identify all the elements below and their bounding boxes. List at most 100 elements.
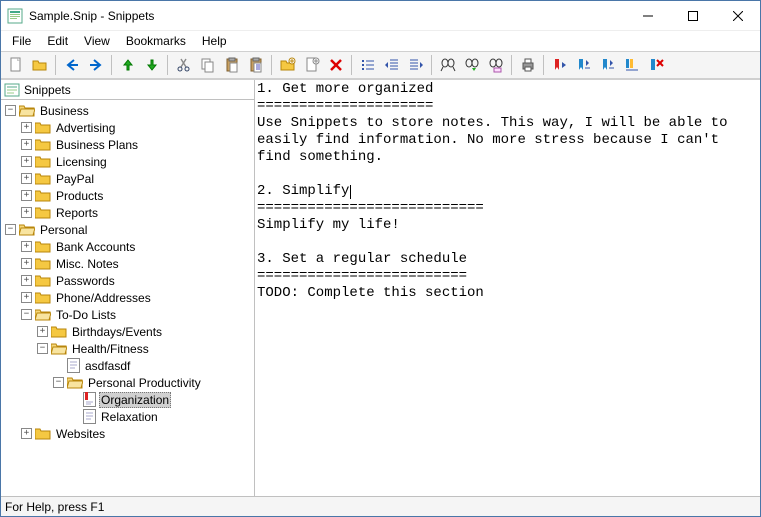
outdent-button[interactable] — [380, 54, 403, 76]
expand-toggle[interactable]: + — [21, 156, 32, 167]
folder-icon — [35, 291, 51, 304]
expand-toggle[interactable]: − — [5, 224, 16, 235]
tree-node-personal-productivity[interactable]: − Personal Productivity — [1, 374, 254, 391]
paste-button[interactable] — [220, 54, 243, 76]
bookmark-next-button[interactable] — [596, 54, 619, 76]
toolbar-separator — [167, 55, 168, 75]
cut-button[interactable] — [172, 54, 195, 76]
tree-node-asdfasdf[interactable]: asdfasdf — [1, 357, 254, 374]
new-file-button[interactable] — [4, 54, 27, 76]
tree-node-phone-addresses[interactable]: + Phone/Addresses — [1, 289, 254, 306]
expand-toggle[interactable]: + — [21, 258, 32, 269]
minimize-button[interactable] — [625, 1, 670, 30]
expand-toggle[interactable]: + — [21, 173, 32, 184]
title-bar: Sample.Snip - Snippets — [1, 1, 760, 31]
expand-toggle[interactable]: + — [37, 326, 48, 337]
menu-help[interactable]: Help — [195, 33, 234, 49]
folder-icon — [35, 155, 51, 168]
tree-node-websites[interactable]: + Websites — [1, 425, 254, 442]
maximize-button[interactable] — [670, 1, 715, 30]
node-label: Passwords — [54, 274, 117, 288]
bookmark-red-button[interactable] — [548, 54, 571, 76]
tree-node-relaxation[interactable]: Relaxation — [1, 408, 254, 425]
tree-node-products[interactable]: + Products — [1, 187, 254, 204]
toolbar-separator — [111, 55, 112, 75]
tree-node-reports[interactable]: + Reports — [1, 204, 254, 221]
tree-node-business[interactable]: − Business — [1, 102, 254, 119]
tree-node-misc-notes[interactable]: + Misc. Notes — [1, 255, 254, 272]
find-next-button[interactable] — [460, 54, 483, 76]
node-label: Reports — [54, 206, 100, 220]
toolbar-separator — [271, 55, 272, 75]
tree-node-passwords[interactable]: + Passwords — [1, 272, 254, 289]
new-folder-button[interactable] — [276, 54, 299, 76]
expand-toggle[interactable]: + — [21, 190, 32, 201]
bookmark-clear-button[interactable] — [644, 54, 667, 76]
expand-toggle[interactable]: + — [21, 207, 32, 218]
tree-node-business-plans[interactable]: + Business Plans — [1, 136, 254, 153]
down-button[interactable] — [140, 54, 163, 76]
back-button[interactable] — [60, 54, 83, 76]
folder-icon — [35, 189, 51, 202]
expand-toggle[interactable]: + — [21, 292, 32, 303]
toolbar-separator — [55, 55, 56, 75]
menu-bar: File Edit View Bookmarks Help — [1, 31, 760, 51]
node-label: Websites — [54, 427, 107, 441]
expand-toggle[interactable]: + — [21, 241, 32, 252]
expand-toggle[interactable]: + — [21, 275, 32, 286]
expand-toggle[interactable]: − — [37, 343, 48, 354]
toolbar-separator — [543, 55, 544, 75]
menu-bookmarks[interactable]: Bookmarks — [119, 33, 193, 49]
replace-button[interactable] — [484, 54, 507, 76]
paste-special-button[interactable] — [244, 54, 267, 76]
tree-node-bank-accounts[interactable]: + Bank Accounts — [1, 238, 254, 255]
folder-icon — [35, 206, 51, 219]
menu-file[interactable]: File — [5, 33, 38, 49]
node-label: Products — [54, 189, 105, 203]
list-button[interactable] — [356, 54, 379, 76]
node-label: PayPal — [54, 172, 96, 186]
forward-button[interactable] — [84, 54, 107, 76]
tree-node-licensing[interactable]: + Licensing — [1, 153, 254, 170]
menu-edit[interactable]: Edit — [40, 33, 75, 49]
expand-toggle[interactable]: − — [5, 105, 16, 116]
delete-button[interactable] — [324, 54, 347, 76]
node-label: Health/Fitness — [70, 342, 151, 356]
node-label: Business — [38, 104, 91, 118]
menu-view[interactable]: View — [77, 33, 117, 49]
expand-spacer — [69, 411, 80, 422]
tree-node-birthdays-events[interactable]: + Birthdays/Events — [1, 323, 254, 340]
tree-node-todo-lists[interactable]: − To-Do Lists — [1, 306, 254, 323]
new-doc-button[interactable] — [300, 54, 323, 76]
editor-line: 3. Set a regular schedule — [257, 251, 467, 267]
content-area: Snippets − Business + Advertising + Busi… — [1, 79, 760, 496]
folder-open-icon — [51, 342, 67, 355]
bookmark-prev-button[interactable] — [572, 54, 595, 76]
print-button[interactable] — [516, 54, 539, 76]
tree-node-paypal[interactable]: + PayPal — [1, 170, 254, 187]
find-button[interactable] — [436, 54, 459, 76]
up-button[interactable] — [116, 54, 139, 76]
editor-textarea[interactable]: 1. Get more organized ==================… — [255, 80, 760, 496]
expand-toggle[interactable]: + — [21, 122, 32, 133]
expand-toggle[interactable]: − — [21, 309, 32, 320]
tree-node-organization[interactable]: Organization — [1, 391, 254, 408]
snippets-icon — [4, 83, 20, 97]
expand-toggle[interactable]: + — [21, 428, 32, 439]
tree-node-health-fitness[interactable]: − Health/Fitness — [1, 340, 254, 357]
editor-line: ========================= — [257, 268, 467, 284]
tree-node-advertising[interactable]: + Advertising — [1, 119, 254, 136]
expand-toggle[interactable]: − — [53, 377, 64, 388]
expand-toggle[interactable]: + — [21, 139, 32, 150]
close-button[interactable] — [715, 1, 760, 30]
window-title: Sample.Snip - Snippets — [29, 9, 625, 23]
tree-body[interactable]: − Business + Advertising + Business Plan… — [1, 100, 254, 496]
document-bookmark-icon — [83, 392, 96, 407]
status-bar: For Help, press F1 — [1, 496, 760, 516]
open-folder-button[interactable] — [28, 54, 51, 76]
bookmark-list-button[interactable] — [620, 54, 643, 76]
tree-node-personal[interactable]: − Personal — [1, 221, 254, 238]
copy-button[interactable] — [196, 54, 219, 76]
indent-button[interactable] — [404, 54, 427, 76]
status-text: For Help, press F1 — [5, 500, 104, 514]
